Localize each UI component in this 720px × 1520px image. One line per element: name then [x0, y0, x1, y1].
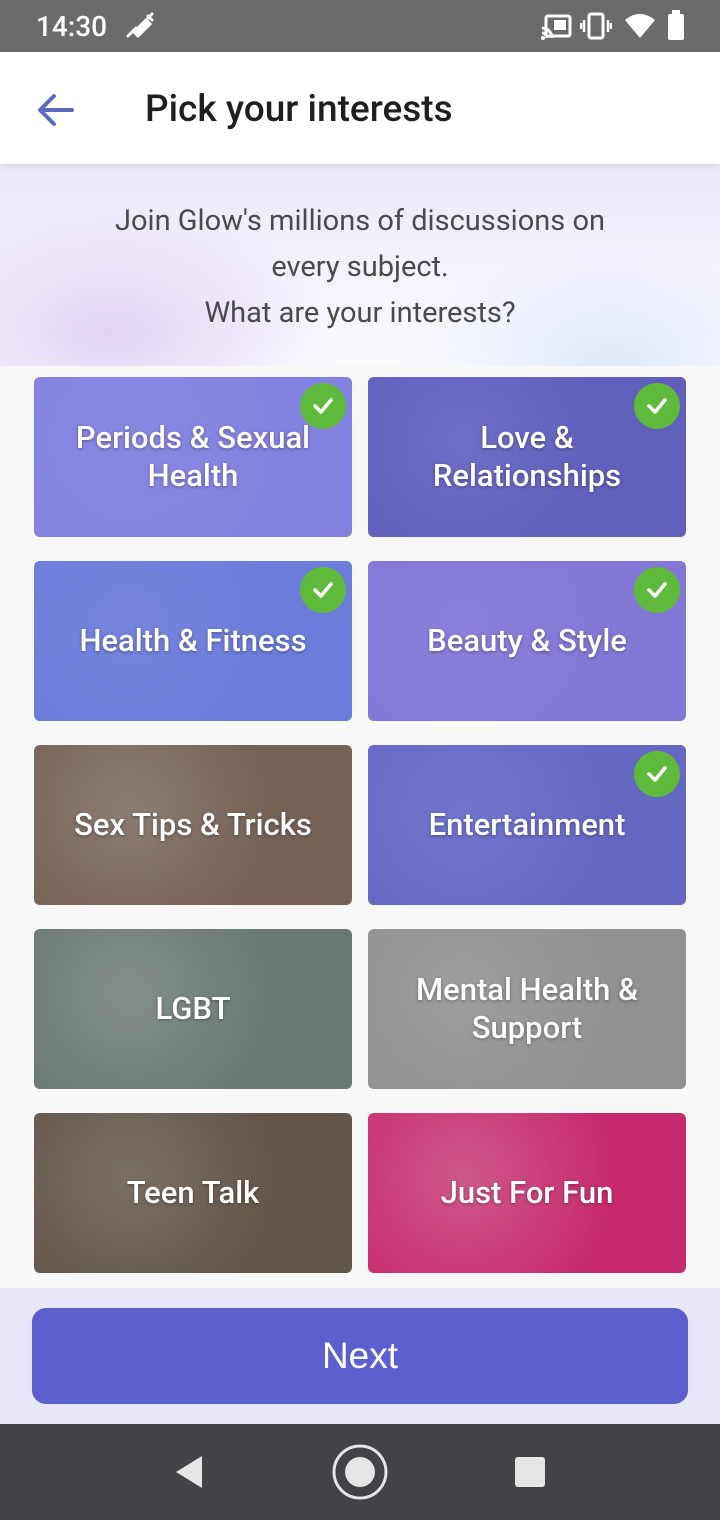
arrow-left-icon	[38, 94, 74, 126]
next-button[interactable]: Next	[32, 1308, 688, 1404]
syringe-icon	[124, 12, 156, 44]
back-triangle-icon[interactable]	[172, 1454, 206, 1494]
check-icon	[634, 383, 680, 429]
interest-label: Teen Talk	[126, 1174, 260, 1211]
interest-label: Mental Health & Support	[416, 971, 638, 1046]
interest-label: LGBT	[155, 990, 231, 1027]
footer: Next	[0, 1288, 720, 1424]
vibrate-icon	[579, 12, 613, 44]
interest-tile[interactable]: Entertainment	[368, 745, 686, 905]
interest-tile[interactable]: Health & Fitness	[34, 561, 352, 721]
intro-line-1: Join Glow's millions of discussions on	[115, 204, 605, 238]
wifi-icon	[624, 12, 656, 44]
interest-label: Just For Fun	[440, 1174, 614, 1211]
interest-tile[interactable]: Sex Tips & Tricks	[34, 745, 352, 905]
system-nav-bar	[0, 1424, 720, 1520]
check-icon	[634, 751, 680, 797]
intro-line-3: What are your interests?	[204, 296, 516, 330]
interest-tile[interactable]: Just For Fun	[368, 1113, 686, 1273]
home-circle-icon[interactable]	[330, 1442, 390, 1506]
intro-text: Join Glow's millions of discussions on e…	[40, 198, 680, 336]
interest-tile[interactable]: Beauty & Style	[368, 561, 686, 721]
interest-tile[interactable]: LGBT	[34, 929, 352, 1089]
check-icon	[300, 383, 346, 429]
interest-tile[interactable]: Love & Relationships	[368, 377, 686, 537]
check-icon	[300, 567, 346, 613]
status-bar: 14:30	[0, 0, 720, 52]
battery-icon	[666, 10, 686, 46]
intro-line-2: every subject.	[271, 250, 449, 284]
interest-tile[interactable]: Mental Health & Support	[368, 929, 686, 1089]
page-title: Pick your interests	[145, 88, 453, 131]
recents-square-icon[interactable]	[514, 1456, 546, 1492]
cast-icon	[540, 14, 572, 44]
interest-label: Sex Tips & Tricks	[74, 806, 312, 843]
intro-section: Join Glow's millions of discussions on e…	[0, 164, 720, 366]
status-time: 14:30	[36, 10, 108, 43]
app-bar: Pick your interests	[0, 52, 720, 164]
interest-tile[interactable]: Teen Talk	[34, 1113, 352, 1273]
interest-tile[interactable]: Periods & Sexual Health	[34, 377, 352, 537]
interests-grid: Periods & Sexual Health Love & Relations…	[0, 366, 720, 1288]
back-button[interactable]	[28, 82, 84, 138]
check-icon	[634, 567, 680, 613]
